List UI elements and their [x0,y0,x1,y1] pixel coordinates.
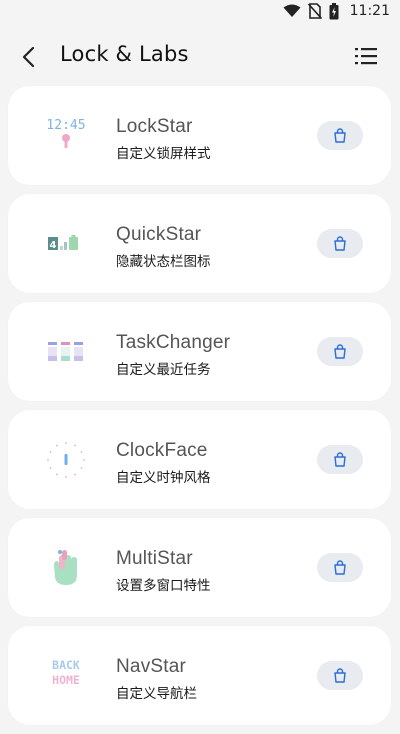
svg-text:12:45: 12:45 [46,118,85,133]
shopping-bag-icon [334,668,346,683]
app-name: LockStar [116,116,193,137]
app-card-taskchanger[interactable]: TaskChanger 自定义最近任务 [8,302,391,401]
lockstar-icon: 12:45 [40,115,92,157]
quickstar-icon: 4 [40,223,92,265]
app-card-multistar[interactable]: MultiStar 设置多窗口特性 [8,518,391,617]
app-card-navstar[interactable]: BACK HOME NavStar 自定义导航栏 [8,626,391,725]
list-menu-button[interactable] [354,44,378,68]
battery-charging-icon [329,2,339,20]
app-description: 自定义最近任务 [116,362,211,378]
app-card-lockstar[interactable]: 12:45 LockStar 自定义锁屏样式 [8,86,391,185]
chevron-left-icon [22,46,35,68]
shopping-bag-icon [334,452,346,467]
svg-text:HOME: HOME [52,673,80,687]
shopping-bag-icon [334,236,346,251]
app-name: ClockFace [116,440,208,461]
app-card-clockface[interactable]: ClockFace 自定义时钟风格 [8,410,391,509]
shopping-bag-icon [334,128,346,143]
shopping-bag-icon [334,560,346,575]
app-list: 12:45 LockStar 自定义锁屏样式 4 QuickStar 隐藏状态栏… [8,86,391,734]
status-time: 11:21 [349,3,390,19]
app-name: NavStar [116,656,187,677]
app-name: TaskChanger [116,332,231,353]
svg-text:4: 4 [50,240,57,251]
taskchanger-icon [40,331,92,373]
list-icon [355,48,377,65]
app-card-quickstar[interactable]: 4 QuickStar 隐藏状态栏图标 [8,194,391,293]
download-button[interactable] [317,229,363,258]
multistar-icon [40,547,92,589]
app-description: 自定义时钟风格 [116,470,211,486]
app-description: 设置多窗口特性 [116,578,211,594]
clockface-icon [40,439,92,481]
app-name: QuickStar [116,224,202,245]
back-button[interactable] [14,42,42,72]
shopping-bag-icon [334,344,346,359]
download-button[interactable] [317,337,363,366]
app-description: 自定义导航栏 [116,686,197,702]
download-button[interactable] [317,121,363,150]
wifi-icon [283,4,301,18]
app-description: 自定义锁屏样式 [116,146,211,162]
navstar-icon: BACK HOME [40,655,92,697]
no-sim-icon [307,3,322,19]
app-name: MultiStar [116,548,193,569]
download-button[interactable] [317,661,363,690]
app-description: 隐藏状态栏图标 [116,254,211,270]
svg-text:BACK: BACK [52,658,80,672]
status-bar: 11:21 [0,0,400,22]
app-header: Lock & Labs [0,30,400,84]
page-title: Lock & Labs [60,42,189,66]
download-button[interactable] [317,445,363,474]
download-button[interactable] [317,553,363,582]
